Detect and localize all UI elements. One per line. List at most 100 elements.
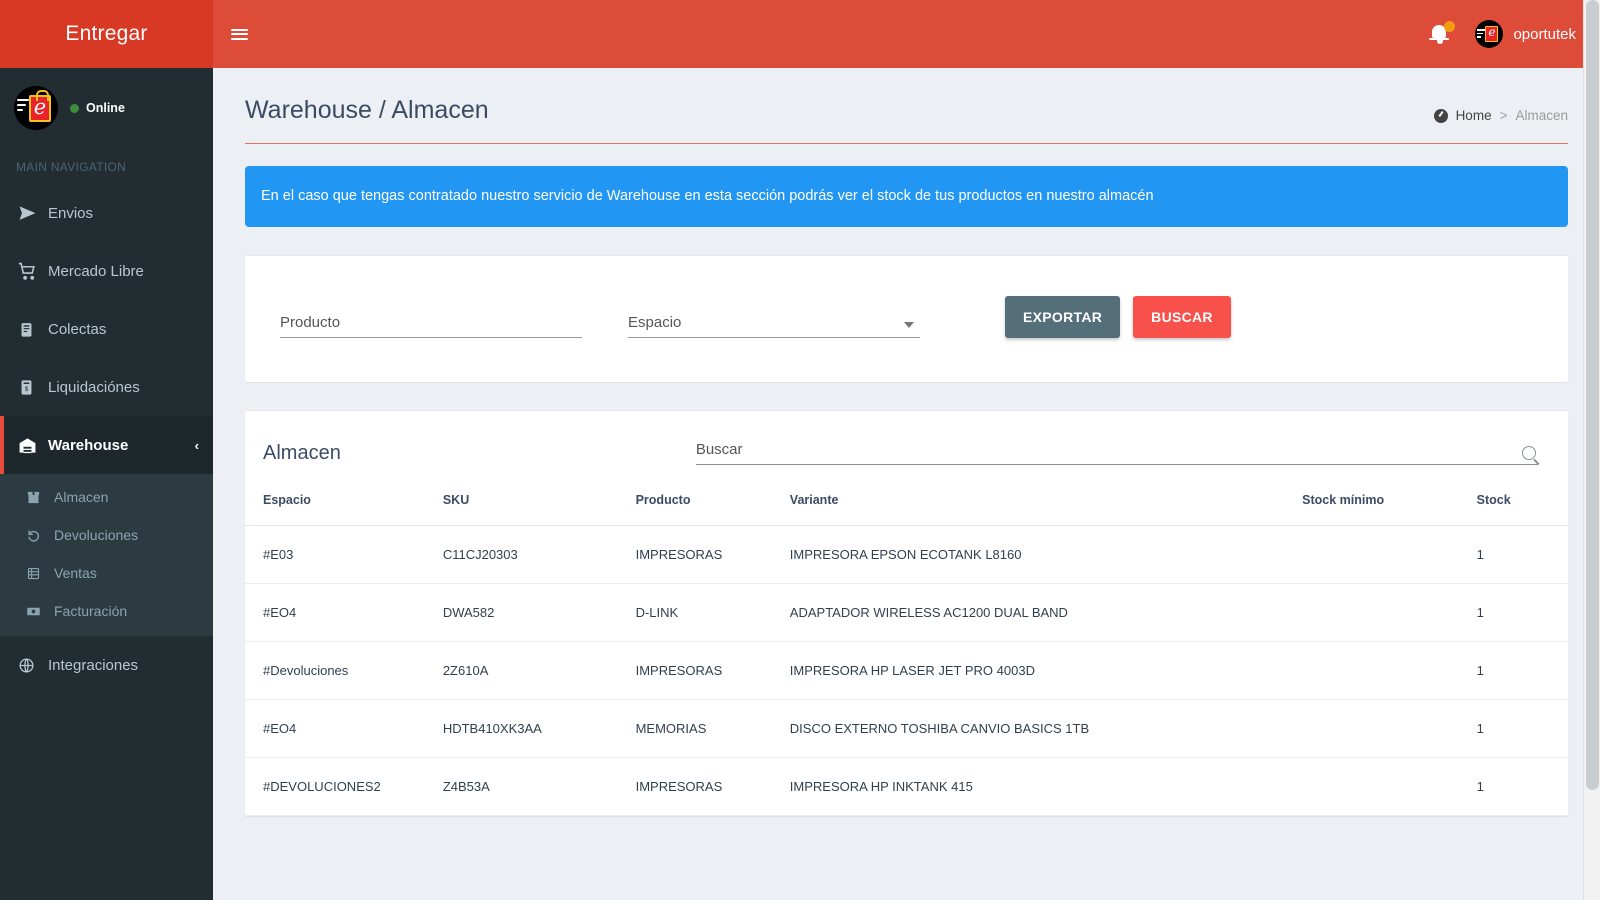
sidebar-subitem-label: Facturación — [54, 603, 127, 619]
cell-variante: IMPRESORA HP INKTANK 415 — [790, 758, 1302, 816]
filter-card: EXPORTAR BUSCAR — [245, 255, 1568, 382]
table-row[interactable]: #EO4 HDTB410XK3AA MEMORIAS DISCO EXTERNO… — [245, 700, 1568, 758]
cell-sku: DWA582 — [443, 584, 636, 642]
cell-espacio: #EO4 — [245, 700, 443, 758]
sidebar-item-label: Colectas — [48, 321, 106, 338]
sidebar-subitem-ventas[interactable]: Ventas — [0, 554, 213, 592]
cell-stock: 1 — [1477, 642, 1568, 700]
cell-sku: C11CJ20303 — [443, 526, 636, 584]
dashboard-icon — [1434, 109, 1448, 123]
sidebar-item-integraciones[interactable]: Integraciones — [0, 636, 213, 694]
cell-sku: 2Z610A — [443, 642, 636, 700]
money-bill-icon — [26, 604, 54, 619]
cell-variante: DISCO EXTERNO TOSHIBA CANVIO BASICS 1TB — [790, 700, 1302, 758]
cell-variante: IMPRESORA EPSON ECOTANK L8160 — [790, 526, 1302, 584]
cell-producto: D-LINK — [636, 584, 790, 642]
column-header-espacio[interactable]: Espacio — [245, 493, 443, 526]
sidebar-item-liquidaciones[interactable]: $ Liquidaciónes — [0, 358, 213, 416]
column-header-stock[interactable]: Stock — [1477, 493, 1568, 526]
table-title: Almacen — [263, 442, 341, 465]
app-root: Entregar Online MAIN NAVIGATION Envios M… — [0, 0, 1600, 900]
espacio-select[interactable] — [628, 314, 920, 331]
cell-espacio: #E03 — [245, 526, 443, 584]
brand-logo[interactable]: Entregar — [0, 0, 213, 68]
table-row[interactable]: #Devoluciones 2Z610A IMPRESORAS IMPRESOR… — [245, 642, 1568, 700]
cell-stock-minimo — [1302, 642, 1477, 700]
table-row[interactable]: #EO4 DWA582 D-LINK ADAPTADOR WIRELESS AC… — [245, 584, 1568, 642]
sidebar-item-label: Mercado Libre — [48, 263, 144, 280]
sidebar-item-envios[interactable]: Envios — [0, 184, 213, 242]
chevron-left-icon[interactable]: ‹ — [195, 438, 199, 453]
cell-producto: IMPRESORAS — [636, 642, 790, 700]
export-button[interactable]: EXPORTAR — [1005, 296, 1120, 338]
status-badge: Online — [70, 101, 125, 115]
cell-espacio: #DEVOLUCIONES2 — [245, 758, 443, 816]
producto-field[interactable] — [280, 304, 582, 338]
warehouse-submenu: Almacen Devoluciones Ventas Facturación — [0, 474, 213, 636]
nav-section-header: MAIN NAVIGATION — [0, 148, 213, 184]
table-row[interactable]: #DEVOLUCIONES2 Z4B53A IMPRESORAS IMPRESO… — [245, 758, 1568, 816]
bell-icon[interactable] — [1431, 21, 1453, 47]
search-icon[interactable] — [1522, 446, 1536, 460]
sidebar-item-label: Integraciones — [48, 657, 138, 674]
content-header: Warehouse / Almacen Home > Almacen — [213, 68, 1600, 125]
top-bar: oportutek — [213, 0, 1600, 68]
top-bar-right: oportutek — [1431, 20, 1576, 48]
paper-plane-icon — [18, 204, 48, 223]
table-card: Almacen Espacio SKU Producto Variante St… — [245, 410, 1568, 816]
column-header-sku[interactable]: SKU — [443, 493, 636, 526]
cell-sku: HDTB410XK3AA — [443, 700, 636, 758]
info-alert: En el caso que tengas contratado nuestro… — [245, 166, 1568, 227]
cell-stock-minimo — [1302, 700, 1477, 758]
sidebar-item-mercado-libre[interactable]: Mercado Libre — [0, 242, 213, 300]
username-label: oportutek — [1513, 26, 1576, 43]
online-dot-icon — [70, 104, 79, 113]
warehouse-table: Espacio SKU Producto Variante Stock míni… — [245, 493, 1568, 816]
breadcrumb-home[interactable]: Home — [1456, 108, 1492, 123]
undo-icon — [26, 528, 54, 543]
column-header-producto[interactable]: Producto — [636, 493, 790, 526]
hamburger-icon[interactable] — [213, 0, 265, 68]
table-header-row: Almacen — [245, 411, 1568, 465]
search-button[interactable]: BUSCAR — [1133, 296, 1231, 338]
user-menu[interactable]: oportutek — [1475, 20, 1576, 48]
clipboard-icon — [18, 321, 48, 338]
cell-espacio: #EO4 — [245, 584, 443, 642]
vertical-scrollbar[interactable] — [1583, 0, 1600, 900]
table-search-input[interactable] — [696, 441, 1538, 458]
cell-sku: Z4B53A — [443, 758, 636, 816]
sidebar-subitem-label: Ventas — [54, 565, 97, 581]
sidebar-subitem-label: Devoluciones — [54, 527, 138, 543]
sidebar-item-label: Envios — [48, 205, 93, 222]
globe-icon — [18, 657, 48, 674]
sidebar-subitem-devoluciones[interactable]: Devoluciones — [0, 516, 213, 554]
cell-stock: 1 — [1477, 584, 1568, 642]
sidebar-subitem-facturacion[interactable]: Facturación — [0, 592, 213, 630]
sidebar: Entregar Online MAIN NAVIGATION Envios M… — [0, 0, 213, 900]
cell-espacio: #Devoluciones — [245, 642, 443, 700]
app-logo-icon — [14, 86, 58, 130]
sidebar-item-warehouse[interactable]: Warehouse ‹ — [0, 416, 213, 474]
espacio-field[interactable] — [628, 304, 920, 338]
producto-input[interactable] — [280, 314, 582, 331]
status-label: Online — [86, 101, 125, 115]
cell-producto: IMPRESORAS — [636, 526, 790, 584]
svg-text:$: $ — [25, 386, 29, 393]
filter-row: EXPORTAR BUSCAR — [263, 296, 1550, 338]
sidebar-subitem-label: Almacen — [54, 489, 108, 505]
chevron-down-icon[interactable] — [904, 322, 914, 328]
sidebar-item-colectas[interactable]: Colectas — [0, 300, 213, 358]
cell-producto: IMPRESORAS — [636, 758, 790, 816]
sidebar-item-label: Warehouse — [48, 437, 128, 454]
sidebar-subitem-almacen[interactable]: Almacen — [0, 478, 213, 516]
scrollbar-thumb[interactable] — [1586, 0, 1599, 790]
cell-stock-minimo — [1302, 526, 1477, 584]
column-header-variante[interactable]: Variante — [790, 493, 1302, 526]
column-header-stock-minimo[interactable]: Stock mínimo — [1302, 493, 1477, 526]
table-row[interactable]: #E03 C11CJ20303 IMPRESORAS IMPRESORA EPS… — [245, 526, 1568, 584]
breadcrumb: Home > Almacen — [1434, 96, 1568, 123]
cell-variante: IMPRESORA HP LASER JET PRO 4003D — [790, 642, 1302, 700]
table-search-field[interactable] — [696, 441, 1538, 465]
invoice-icon: $ — [18, 379, 48, 396]
cell-stock: 1 — [1477, 700, 1568, 758]
